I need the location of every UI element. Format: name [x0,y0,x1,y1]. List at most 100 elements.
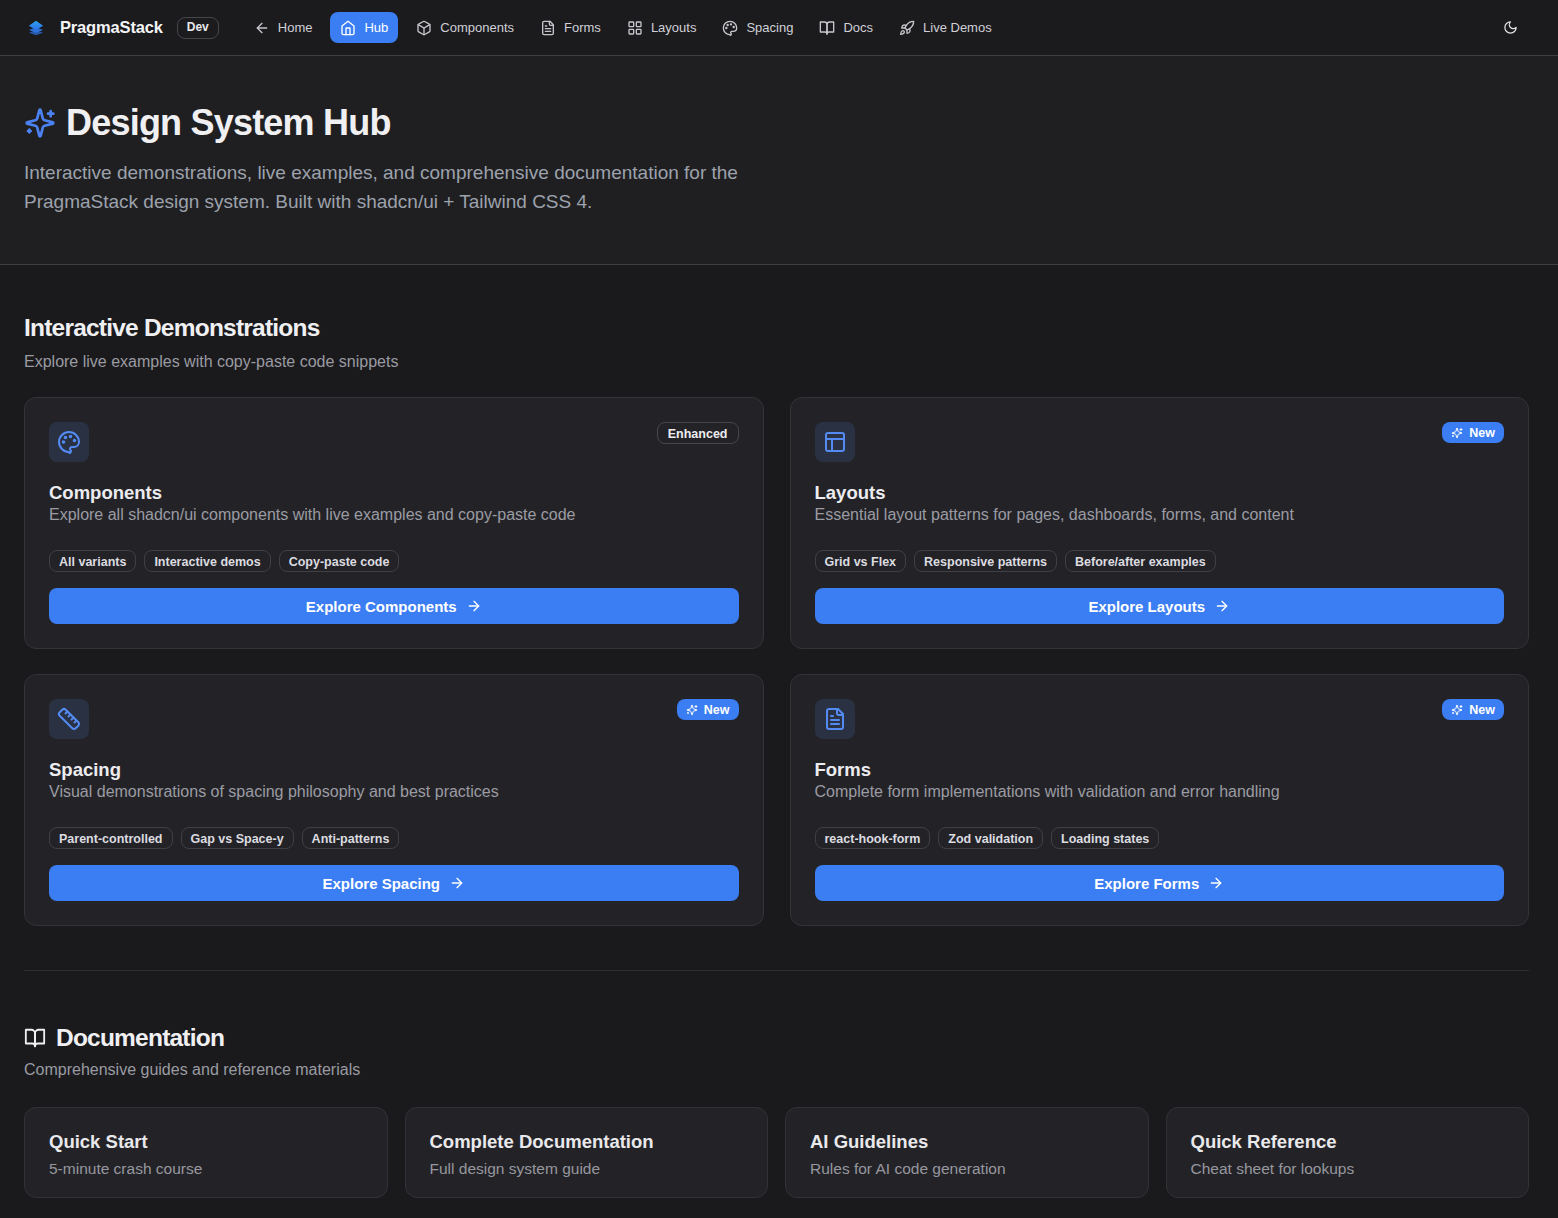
nav-item-label: Layouts [651,20,697,35]
sparkles-icon [24,107,56,139]
docs-section-title: Documentation [56,1022,224,1053]
demo-card-spacing: New Spacing Visual demonstrations of spa… [24,674,764,926]
arrow-right-icon [1208,875,1224,891]
demo-card-forms: New Forms Complete form implementations … [790,674,1530,926]
explore-layouts-button[interactable]: Explore Layouts [815,588,1505,624]
main-content: Interactive Demonstrations Explore live … [0,265,1558,1218]
doc-card-description: Full design system guide [430,1158,744,1179]
hero: Design System Hub Interactive demonstrat… [0,56,1558,265]
badge-label: New [1469,702,1495,718]
box-icon [416,20,432,36]
nav-item-spacing[interactable]: Spacing [709,12,806,44]
tag: react-hook-form [815,827,931,849]
page-subtitle: Interactive demonstrations, live example… [24,159,794,216]
doc-card-description: Rules for AI code generation [810,1158,1124,1179]
moon-icon [1503,20,1518,35]
arrow-right-icon [1214,598,1230,614]
doc-card-description: 5-minute crash course [49,1158,363,1179]
button-label: Explore Layouts [1088,598,1205,615]
navbar: PragmaStack Dev Home Hub Components Form… [0,0,1558,56]
nav-item-docs[interactable]: Docs [806,12,886,44]
palette-icon [722,20,738,36]
badge-label: New [704,702,730,718]
arrow-right-icon [466,598,482,614]
arrow-left-icon [254,20,270,36]
card-title: Components [49,482,739,503]
home-icon [340,20,356,36]
badge-label: New [1469,425,1495,441]
section-divider [24,970,1529,971]
docs-section-header: Documentation [24,1022,1529,1053]
demo-card-components: Enhanced Components Explore all shadcn/u… [24,397,764,649]
palette-icon [57,430,81,454]
layout-grid-icon [627,20,643,36]
explore-components-button[interactable]: Explore Components [49,588,739,624]
sparkles-icon [1451,427,1463,439]
nav-item-label: Live Demos [923,20,992,35]
book-open-icon [819,20,835,36]
layers-icon [27,19,45,37]
tag: Grid vs Flex [815,550,907,572]
button-label: Explore Spacing [322,875,440,892]
doc-card-title: Quick Start [49,1130,363,1154]
docs-card-grid: Quick Start 5-minute crash course Comple… [24,1107,1529,1198]
new-badge: New [1442,422,1504,443]
card-title: Layouts [815,482,1505,503]
doc-card-quick-start[interactable]: Quick Start 5-minute crash course [24,1107,388,1198]
tag-row: Grid vs Flex Responsive patterns Before/… [815,550,1505,572]
card-description: Complete form implementations with valid… [815,780,1505,804]
nav-item-home[interactable]: Home [241,12,326,44]
tag: Parent-controlled [49,827,173,849]
panels-top-left-icon [823,430,847,454]
explore-forms-button[interactable]: Explore Forms [815,865,1505,901]
demo-card-layouts: New Layouts Essential layout patterns fo… [790,397,1530,649]
tag: Responsive patterns [914,550,1057,572]
card-title: Forms [815,759,1505,780]
forms-icon-tile [815,699,855,739]
new-badge: New [1442,699,1504,720]
tag: Loading states [1051,827,1159,849]
nav-item-label: Spacing [746,20,793,35]
rocket-icon [899,20,915,36]
nav-item-hub[interactable]: Hub [330,12,398,43]
doc-card-title: AI Guidelines [810,1130,1124,1154]
nav-item-live-demos[interactable]: Live Demos [886,12,1005,44]
card-title: Spacing [49,759,739,780]
doc-card-ai-guidelines[interactable]: AI Guidelines Rules for AI code generati… [785,1107,1149,1198]
spacing-icon-tile [49,699,89,739]
nav-item-label: Forms [564,20,601,35]
doc-card-title: Quick Reference [1191,1130,1505,1154]
tag-row: react-hook-form Zod validation Loading s… [815,827,1505,849]
button-label: Explore Forms [1094,875,1199,892]
main-nav: Home Hub Components Forms Layouts Spacin… [241,12,1005,44]
tag: Gap vs Space-y [181,827,294,849]
tag-row: All variants Interactive demos Copy-past… [49,550,739,572]
enhanced-badge: Enhanced [657,422,739,444]
card-description: Essential layout patterns for pages, das… [815,503,1505,527]
button-label: Explore Components [306,598,457,615]
env-badge: Dev [177,17,219,39]
demos-section-title: Interactive Demonstrations [24,312,1529,343]
tag: Anti-patterns [302,827,400,849]
card-description: Explore all shadcn/ui components with li… [49,503,739,527]
nav-item-label: Docs [843,20,873,35]
nav-item-label: Hub [364,20,388,35]
theme-toggle-button[interactable] [1492,10,1528,46]
nav-item-forms[interactable]: Forms [527,12,614,44]
new-badge: New [677,699,739,720]
nav-item-components[interactable]: Components [403,12,527,44]
sparkles-icon [1451,704,1463,716]
docs-section-subtitle: Comprehensive guides and reference mater… [24,1058,1529,1082]
tag-row: Parent-controlled Gap vs Space-y Anti-pa… [49,827,739,849]
tag: Copy-paste code [279,550,400,572]
arrow-right-icon [449,875,465,891]
explore-spacing-button[interactable]: Explore Spacing [49,865,739,901]
demos-section-subtitle: Explore live examples with copy-paste co… [24,350,1529,374]
doc-card-quick-reference[interactable]: Quick Reference Cheat sheet for lookups [1166,1107,1530,1198]
tag: Before/after examples [1065,550,1216,572]
components-icon-tile [49,422,89,462]
tag: Zod validation [938,827,1043,849]
layouts-icon-tile [815,422,855,462]
doc-card-complete-documentation[interactable]: Complete Documentation Full design syste… [405,1107,769,1198]
nav-item-layouts[interactable]: Layouts [614,12,710,44]
